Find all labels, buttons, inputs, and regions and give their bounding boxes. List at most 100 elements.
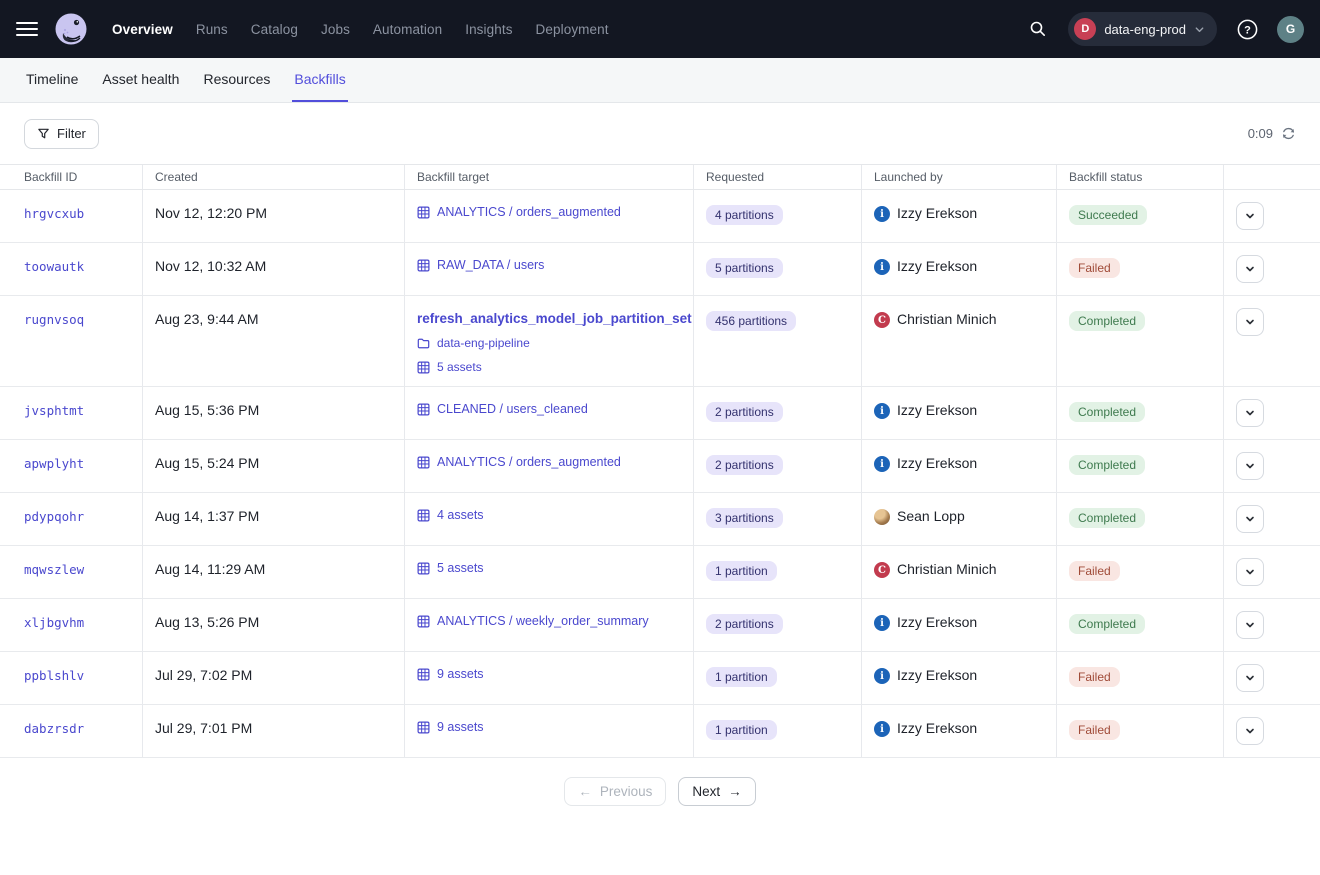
- target-subline-link[interactable]: data-eng-pipeline: [437, 336, 530, 350]
- requested-partitions-badge: 1 partition: [706, 667, 777, 687]
- requested-partitions-badge: 1 partition: [706, 561, 777, 581]
- previous-page-button[interactable]: ← Previous: [564, 777, 666, 806]
- row-actions-button[interactable]: [1236, 452, 1264, 480]
- requested-partitions-badge: 2 partitions: [706, 402, 783, 422]
- backfills-toolbar: Filter 0:09: [0, 103, 1320, 164]
- table-row: pdypqohr Aug 14, 1:37 PM 4 assets 3 part…: [0, 493, 1320, 546]
- backfill-target-link[interactable]: ANALYTICS / weekly_order_summary: [437, 614, 649, 628]
- created-timestamp: Jul 29, 7:01 PM: [143, 705, 405, 757]
- chevron-down-icon: [1244, 619, 1256, 631]
- backfill-id-link[interactable]: toowautk: [24, 259, 84, 274]
- tab-asset-health[interactable]: Asset health: [100, 58, 181, 102]
- tab-backfills[interactable]: Backfills: [292, 58, 347, 102]
- backfill-target-link[interactable]: 4 assets: [437, 508, 484, 522]
- backfill-target-link[interactable]: 5 assets: [437, 561, 484, 575]
- backfill-id-link[interactable]: apwplyht: [24, 456, 84, 471]
- launched-by-avatar: i: [874, 721, 890, 737]
- created-timestamp: Nov 12, 12:20 PM: [143, 190, 405, 242]
- launched-by-name: Sean Lopp: [897, 508, 965, 524]
- launched-by-name: Izzy Erekson: [897, 455, 977, 471]
- row-actions-button[interactable]: [1236, 558, 1264, 586]
- launched-by-name: Izzy Erekson: [897, 667, 977, 683]
- backfill-target-link[interactable]: CLEANED / users_cleaned: [437, 402, 588, 416]
- asset-icon: [417, 361, 430, 374]
- backfill-status-badge: Failed: [1069, 561, 1120, 581]
- column-header: Created: [143, 165, 405, 189]
- backfill-id-link[interactable]: hrgvcxub: [24, 206, 84, 221]
- row-actions-button[interactable]: [1236, 202, 1264, 230]
- backfill-status-badge: Completed: [1069, 614, 1145, 634]
- tab-timeline[interactable]: Timeline: [24, 58, 80, 102]
- backfill-id-link[interactable]: xljbgvhm: [24, 615, 84, 630]
- launched-by-avatar: i: [874, 259, 890, 275]
- chevron-down-icon: [1244, 725, 1256, 737]
- backfills-table: hrgvcxub Nov 12, 12:20 PM ANALYTICS / or…: [0, 190, 1320, 758]
- backfill-target-link[interactable]: 9 assets: [437, 667, 484, 681]
- table-row: xljbgvhm Aug 13, 5:26 PM ANALYTICS / wee…: [0, 599, 1320, 652]
- backfill-target-link[interactable]: ANALYTICS / orders_augmented: [437, 455, 621, 469]
- primary-nav-item[interactable]: Jobs: [321, 22, 350, 37]
- filter-button[interactable]: Filter: [24, 119, 99, 149]
- asset-table-icon: [417, 615, 430, 628]
- backfill-target-link[interactable]: 9 assets: [437, 720, 484, 734]
- table-row: jvsphtmt Aug 15, 5:36 PM CLEANED / users…: [0, 387, 1320, 440]
- row-actions-button[interactable]: [1236, 399, 1264, 427]
- launched-by-name: Christian Minich: [897, 311, 997, 327]
- launched-by-name: Izzy Erekson: [897, 205, 977, 221]
- backfill-id-link[interactable]: mqwszlew: [24, 562, 84, 577]
- table-row: dabzrsdr Jul 29, 7:01 PM 9 assets 1 part…: [0, 705, 1320, 758]
- created-timestamp: Aug 15, 5:36 PM: [143, 387, 405, 439]
- primary-nav-item[interactable]: Catalog: [251, 22, 298, 37]
- primary-nav-item-active[interactable]: Overview: [112, 22, 173, 37]
- backfill-target-link[interactable]: RAW_DATA / users: [437, 258, 544, 272]
- primary-nav-item[interactable]: Runs: [196, 22, 228, 37]
- row-actions-button[interactable]: [1236, 717, 1264, 745]
- backfill-id-link[interactable]: jvsphtmt: [24, 403, 84, 418]
- backfill-status-badge: Completed: [1069, 311, 1145, 331]
- chevron-down-icon: [1244, 513, 1256, 525]
- arrow-right-icon: →: [728, 784, 742, 799]
- asset-table-icon: [417, 259, 430, 272]
- chevron-down-icon: [1244, 263, 1256, 275]
- row-actions-button[interactable]: [1236, 664, 1264, 692]
- refresh-icon[interactable]: [1281, 126, 1296, 141]
- chevron-down-icon: [1244, 672, 1256, 684]
- asset-table-icon: [417, 668, 430, 681]
- backfill-target-link[interactable]: refresh_analytics_model_job_partition_se…: [417, 311, 692, 326]
- deployment-switcher[interactable]: D data-eng-prod: [1068, 12, 1217, 46]
- filter-label: Filter: [57, 126, 86, 141]
- primary-nav: Overview Runs Catalog Jobs Automation Insight…: [112, 22, 609, 37]
- user-avatar[interactable]: G: [1277, 16, 1304, 43]
- launched-by-name: Izzy Erekson: [897, 402, 977, 418]
- launched-by-avatar: C: [874, 312, 890, 328]
- row-actions-button[interactable]: [1236, 505, 1264, 533]
- deployment-name: data-eng-prod: [1104, 22, 1186, 37]
- backfill-status-badge: Failed: [1069, 667, 1120, 687]
- tab-resources[interactable]: Resources: [201, 58, 272, 102]
- primary-nav-item[interactable]: Automation: [373, 22, 442, 37]
- row-actions-button[interactable]: [1236, 308, 1264, 336]
- backfill-status-badge: Failed: [1069, 720, 1120, 740]
- menu-icon[interactable]: [16, 17, 40, 41]
- target-subline-link[interactable]: 5 assets: [437, 360, 482, 374]
- requested-partitions-badge: 3 partitions: [706, 508, 783, 528]
- row-actions-button[interactable]: [1236, 255, 1264, 283]
- help-icon[interactable]: ?: [1231, 13, 1263, 45]
- backfill-id-link[interactable]: rugnvsoq: [24, 312, 84, 327]
- backfill-id-link[interactable]: pdypqohr: [24, 509, 84, 524]
- column-header: Backfill status: [1057, 165, 1224, 189]
- row-actions-button[interactable]: [1236, 611, 1264, 639]
- chevron-down-icon: [1244, 566, 1256, 578]
- primary-nav-item[interactable]: Insights: [465, 22, 512, 37]
- backfill-id-link[interactable]: ppblshlv: [24, 668, 84, 683]
- search-icon[interactable]: [1022, 13, 1054, 45]
- next-page-button[interactable]: Next →: [678, 777, 755, 806]
- arrow-left-icon: ←: [578, 784, 592, 799]
- asset-table-icon: [417, 721, 430, 734]
- backfill-id-link[interactable]: dabzrsdr: [24, 721, 84, 736]
- user-photo-avatar: [874, 509, 890, 525]
- primary-nav-item[interactable]: Deployment: [536, 22, 609, 37]
- overview-tabs: Timeline Asset health Resources Backfills: [0, 58, 1320, 103]
- backfill-target-link[interactable]: ANALYTICS / orders_augmented: [437, 205, 621, 219]
- asset-table-icon: [417, 562, 430, 575]
